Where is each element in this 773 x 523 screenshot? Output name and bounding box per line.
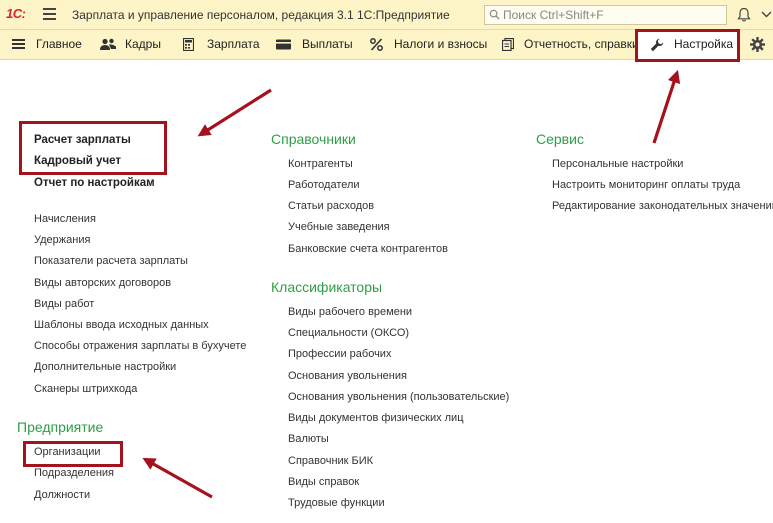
link-author-contract-types[interactable]: Виды авторских договоров — [34, 277, 171, 289]
link-labor-functions[interactable]: Трудовые функции — [288, 497, 385, 509]
menu-item-salary[interactable]: Зарплата — [183, 30, 263, 59]
menu-label: Главное — [36, 37, 82, 51]
arrow-to-settings — [652, 69, 681, 144]
search-input[interactable]: Поиск Ctrl+Shift+F — [484, 5, 727, 25]
link-input-templates[interactable]: Шаблоны ввода исходных данных — [34, 319, 209, 331]
arrow-to-organizations — [142, 457, 213, 499]
menu-item-payments[interactable]: Выплаты — [276, 30, 356, 59]
link-legal-values-edit[interactable]: Редактирование законодательных значений — [552, 200, 773, 212]
link-deductions[interactable]: Удержания — [34, 234, 90, 246]
link-certificate-types[interactable]: Виды справок — [288, 476, 359, 488]
main-menu-icon[interactable] — [43, 8, 56, 20]
people-icon — [100, 38, 116, 50]
link-dismissal-grounds-custom[interactable]: Основания увольнения (пользовательские) — [288, 391, 509, 403]
menu-label: Отчетность, справки — [524, 37, 639, 51]
wallet-icon — [276, 39, 291, 50]
documents-icon — [502, 38, 514, 51]
link-accruals[interactable]: Начисления — [34, 213, 96, 225]
link-salary-accounting-methods[interactable]: Способы отражения зарплаты в бухучете — [34, 340, 246, 352]
link-additional-settings[interactable]: Дополнительные настройки — [34, 361, 176, 373]
link-counterparty-bank-accounts[interactable]: Банковские счета контрагентов — [288, 243, 448, 255]
link-settings-report[interactable]: Отчет по настройкам — [34, 177, 155, 189]
menu-label: Зарплата — [207, 37, 260, 51]
link-salary-monitoring[interactable]: Настроить мониторинг оплаты труда — [552, 179, 740, 191]
link-work-types[interactable]: Виды работ — [34, 298, 94, 310]
bell-icon[interactable] — [737, 7, 751, 23]
menu-item-main[interactable]: Главное — [12, 30, 92, 59]
link-employers[interactable]: Работодатели — [288, 179, 360, 191]
link-work-time-types[interactable]: Виды рабочего времени — [288, 306, 412, 318]
link-barcode-scanners[interactable]: Сканеры штрихкода — [34, 383, 137, 395]
link-positions[interactable]: Должности — [34, 489, 90, 501]
link-specialties-okso[interactable]: Специальности (ОКСО) — [288, 327, 409, 339]
section-title-directories: Справочники — [271, 131, 356, 147]
app-title: Зарплата и управление персоналом, редакц… — [72, 8, 450, 22]
section-title-enterprise: Предприятие — [17, 419, 104, 435]
annotation-box-organizations — [23, 441, 123, 467]
link-worker-professions[interactable]: Профессии рабочих — [288, 348, 391, 360]
calculator-icon — [183, 38, 194, 51]
menu-label: Налоги и взносы — [394, 37, 488, 51]
percent-icon — [370, 38, 383, 51]
hamburger-icon — [12, 39, 25, 49]
search-placeholder: Поиск Ctrl+Shift+F — [503, 8, 604, 22]
link-personal-settings[interactable]: Персональные настройки — [552, 158, 683, 170]
annotation-box-settings — [635, 29, 740, 62]
menu-label: Выплаты — [302, 37, 353, 51]
link-educational-institutions[interactable]: Учебные заведения — [288, 221, 390, 233]
arrow-to-top-links — [197, 88, 272, 137]
gear-icon[interactable] — [750, 37, 765, 52]
link-bik-directory[interactable]: Справочник БИК — [288, 455, 373, 467]
app-logo[interactable]: 1С: — [6, 6, 26, 21]
link-salary-indicators[interactable]: Показатели расчета зарплаты — [34, 255, 188, 267]
link-currencies[interactable]: Валюты — [288, 433, 329, 445]
search-icon — [489, 9, 500, 20]
link-expense-items[interactable]: Статьи расходов — [288, 200, 374, 212]
title-bar: 1С: Зарплата и управление персоналом, ре… — [0, 0, 773, 30]
section-title-service: Сервис — [536, 131, 584, 147]
link-departments[interactable]: Подразделения — [34, 467, 114, 479]
annotation-box-top-links — [19, 121, 167, 175]
chevron-down-icon[interactable] — [760, 6, 773, 22]
menu-item-taxes[interactable]: Налоги и взносы — [370, 30, 490, 59]
menu-item-reports[interactable]: Отчетность, справки — [502, 30, 639, 59]
link-counterparties[interactable]: Контрагенты — [288, 158, 353, 170]
section-title-classifiers: Классификаторы — [271, 279, 383, 295]
link-id-document-types[interactable]: Виды документов физических лиц — [288, 412, 464, 424]
link-dismissal-grounds[interactable]: Основания увольнения — [288, 370, 407, 382]
menu-label: Кадры — [125, 37, 161, 51]
menu-item-staff[interactable]: Кадры — [100, 30, 170, 59]
